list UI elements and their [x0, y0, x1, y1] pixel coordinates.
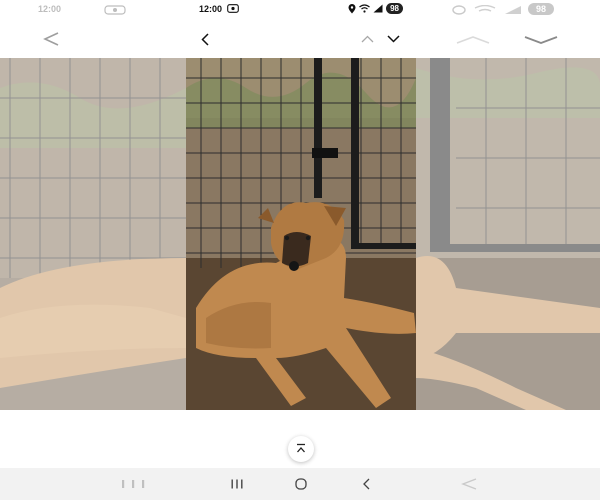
ghost-nav-back-icon — [460, 478, 478, 490]
viewer-toolbar — [186, 20, 416, 58]
nav-back-icon — [362, 478, 370, 490]
ghost-status-bar: 98 — [416, 0, 600, 20]
ghost-battery: 98 — [528, 3, 555, 15]
scroll-to-top-icon — [295, 443, 307, 455]
ghost-nav-bar — [416, 468, 600, 500]
recents-button[interactable] — [217, 468, 257, 500]
wifi-icon — [359, 4, 370, 13]
ghost-record-icon — [104, 5, 126, 15]
dog-photo[interactable] — [186, 58, 416, 410]
ghost-nav-bar — [0, 468, 186, 500]
ghost-wifi-icon — [474, 5, 496, 15]
chevron-down-icon — [386, 35, 400, 43]
next-page-peek: 98 — [416, 0, 600, 500]
ghost-status-bar: 12:00 — [0, 0, 186, 20]
scroll-to-top-button[interactable] — [288, 436, 314, 462]
chevron-left-icon — [201, 32, 209, 46]
location-icon — [348, 3, 356, 14]
signal-icon — [373, 4, 383, 13]
screen-record-icon — [227, 4, 239, 13]
ghost-next-icon — [524, 35, 558, 45]
ghost-dim-overlay — [416, 58, 600, 410]
status-time: 12:00 — [199, 4, 223, 14]
ghost-top-bar — [416, 20, 600, 58]
ghost-signal-icon — [504, 5, 522, 15]
gallery-viewer: 12:00 98 — [186, 0, 416, 500]
ghost-top-bar — [0, 20, 186, 58]
ghost-time: 12:00 — [38, 4, 62, 14]
home-button[interactable] — [281, 468, 321, 500]
home-icon — [295, 478, 307, 490]
back-button[interactable] — [194, 28, 216, 50]
status-bar: 12:00 98 — [186, 0, 416, 20]
status-right-cluster: 98 — [348, 3, 403, 14]
ghost-dim-overlay — [0, 58, 186, 410]
battery-level: 98 — [386, 3, 403, 14]
ghost-prev-icon — [456, 35, 490, 45]
ghost-recents-icon — [121, 479, 147, 489]
previous-page-peek: 12:00 — [0, 0, 186, 500]
previous-item-button[interactable] — [356, 28, 378, 50]
nav-back-button[interactable] — [346, 468, 386, 500]
system-nav-bar — [186, 468, 416, 500]
ghost-location-icon — [452, 5, 466, 15]
next-item-button[interactable] — [382, 28, 404, 50]
recents-icon — [231, 479, 243, 489]
chevron-up-icon — [361, 35, 374, 43]
ghost-back-icon — [42, 32, 60, 46]
